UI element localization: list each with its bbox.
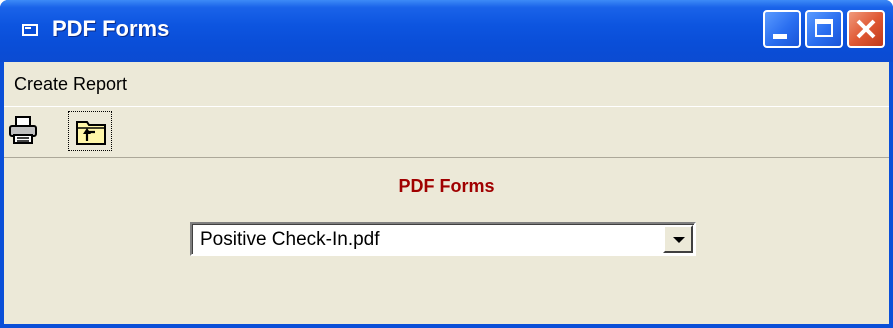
printer-icon[interactable] [8,115,38,145]
menu-bar: Create Report [4,62,889,106]
folder-up-icon [76,121,106,145]
menu-create-report[interactable]: Create Report [14,74,127,95]
title-bar[interactable]: PDF Forms [0,0,893,62]
maximize-button[interactable] [805,10,843,48]
toolbar [4,106,889,158]
form-heading: PDF Forms [398,176,495,196]
pdf-file-select[interactable]: Positive Check-In.pdf [190,222,696,256]
close-button[interactable] [847,10,885,48]
window-app-icon [22,24,38,36]
up-folder-button[interactable] [68,111,112,151]
window-title: PDF Forms [52,16,170,41]
client-area: Create Report PDF Forms Positive Check-I… [4,62,889,324]
minimize-icon [773,34,787,39]
close-icon [856,19,876,39]
pdf-file-select-value: Positive Check-In.pdf [200,229,380,250]
maximize-icon [815,19,833,37]
pdf-forms-window: PDF Forms Create Report PDF Forms Positi… [0,0,893,328]
chevron-down-icon [673,237,685,243]
minimize-button[interactable] [763,10,801,48]
dropdown-button[interactable] [663,225,693,253]
